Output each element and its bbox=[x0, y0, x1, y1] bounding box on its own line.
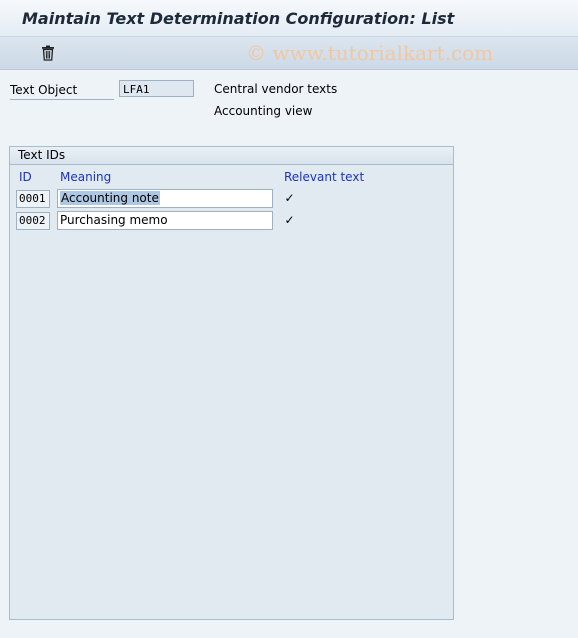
text-object-description: Central vendor texts bbox=[214, 82, 338, 96]
row-id-field[interactable]: 0002 bbox=[16, 212, 50, 230]
relevant-text-checkbox[interactable]: ✓ bbox=[283, 214, 296, 227]
title-bar: Maintain Text Determination Configuratio… bbox=[0, 0, 578, 37]
row-meaning-text: Accounting note bbox=[60, 191, 160, 205]
text-object-field[interactable]: LFA1 bbox=[119, 80, 194, 97]
column-header-meaning: Meaning bbox=[60, 170, 112, 184]
check-icon: ✓ bbox=[284, 213, 295, 227]
relevant-text-checkbox[interactable]: ✓ bbox=[283, 192, 296, 205]
row-id-field[interactable]: 0001 bbox=[16, 190, 50, 208]
row-meaning-text: Purchasing memo bbox=[60, 213, 168, 227]
delete-button[interactable] bbox=[36, 42, 60, 64]
row-meaning-field[interactable]: Accounting note bbox=[57, 189, 273, 208]
toolbar: © www.tutorialkart.com bbox=[0, 37, 578, 70]
watermark: © www.tutorialkart.com bbox=[246, 41, 494, 65]
group-title: Text IDs bbox=[10, 147, 453, 165]
column-header-id: ID bbox=[19, 170, 32, 184]
text-object-view: Accounting view bbox=[214, 104, 313, 118]
check-icon: ✓ bbox=[284, 191, 295, 205]
window-title: Maintain Text Determination Configuratio… bbox=[22, 9, 455, 28]
column-header-relevant: Relevant text bbox=[284, 170, 365, 184]
row-meaning-field[interactable]: Purchasing memo bbox=[57, 211, 273, 230]
text-object-label: Text Object bbox=[10, 82, 114, 100]
text-ids-group: Text IDs ID Meaning Relevant text 0001 A… bbox=[9, 146, 454, 620]
trash-icon bbox=[42, 45, 54, 61]
